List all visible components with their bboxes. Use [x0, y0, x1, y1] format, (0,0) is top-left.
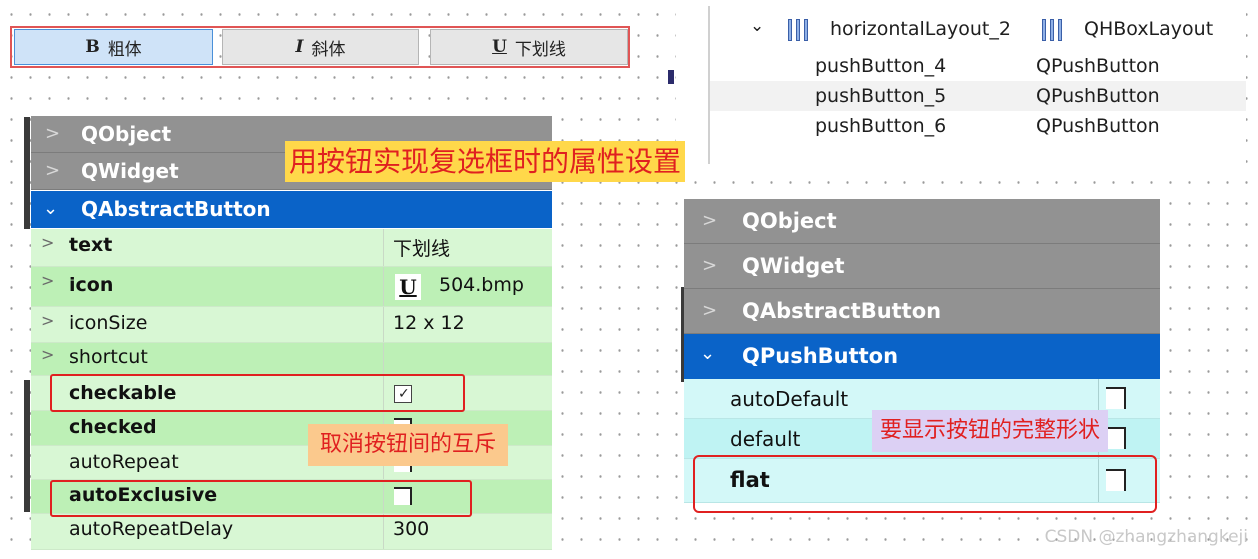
tree-row-pushbutton6[interactable]: pushButton_6 QPushButton — [710, 111, 1246, 141]
section-qobject[interactable]: > QObject — [684, 199, 1160, 244]
property-value[interactable]: 下划线 — [393, 234, 450, 261]
underline-button[interactable]: U 下划线 — [430, 29, 628, 65]
chevron-right-icon: > — [41, 311, 55, 330]
object-name: pushButton_6 — [815, 115, 947, 137]
chevron-down-icon: ⌄ — [43, 198, 59, 219]
italic-icon: I — [295, 37, 304, 57]
italic-button[interactable]: I 斜体 — [222, 29, 419, 65]
underline-icon: U — [492, 37, 507, 57]
section-qabstractbutton[interactable]: ⌄ QAbstractButton — [31, 191, 552, 228]
splitter-handle — [668, 70, 674, 84]
tree-row-pushbutton5[interactable]: pushButton_5 QPushButton — [710, 81, 1246, 111]
chevron-down-icon: ⌄ — [700, 343, 716, 364]
layout-name: horizontalLayout_2 — [830, 18, 1011, 40]
tree-row-pushbutton4[interactable]: pushButton_4 QPushButton — [710, 51, 1246, 81]
italic-label: 斜体 — [311, 39, 346, 60]
watermark: CSDN @zhangzhangkeji — [1044, 527, 1248, 547]
property-value[interactable]: 504.bmp — [439, 274, 524, 296]
property-row-icon[interactable]: > icon U 504.bmp — [31, 267, 552, 307]
default-checkbox[interactable] — [1106, 427, 1126, 449]
property-row-shortcut[interactable]: > shortcut — [31, 343, 552, 376]
exclusive-note: 取消按钮间的互斥 — [308, 424, 509, 466]
object-class: QPushButton — [1036, 85, 1160, 107]
bold-label: 粗体 — [107, 39, 142, 60]
chevron-right-icon: > — [41, 233, 55, 252]
flat-highlight — [693, 455, 1157, 513]
property-row-autorepeatdelay[interactable]: autoRepeatDelay 300 — [31, 514, 552, 550]
chevron-right-icon: > — [45, 160, 61, 181]
flat-note: 要显示按钮的完整形状 — [872, 410, 1109, 452]
chevron-right-icon: > — [702, 300, 718, 321]
class-layout-icon — [1042, 19, 1068, 41]
autodefault-checkbox[interactable] — [1106, 387, 1126, 409]
chevron-right-icon: > — [41, 271, 55, 290]
property-value[interactable]: 300 — [393, 518, 429, 540]
chevron-right-icon: > — [702, 255, 718, 276]
property-row-iconsize[interactable]: > iconSize 12 x 12 — [31, 307, 552, 343]
object-name: pushButton_5 — [815, 85, 947, 107]
chevron-right-icon: > — [41, 345, 55, 364]
section-qabstractbutton[interactable]: > QAbstractButton — [684, 289, 1160, 334]
section-qpushbutton[interactable]: ⌄ QPushButton — [684, 334, 1160, 379]
checkable-highlight — [50, 374, 465, 412]
bold-button[interactable]: B 粗体 — [14, 29, 213, 65]
autoexclusive-highlight — [50, 480, 472, 517]
underline-label: 下划线 — [514, 39, 566, 60]
chevron-down-icon[interactable]: ⌄ — [750, 16, 764, 36]
bold-icon: B — [85, 37, 100, 57]
editor-edge — [24, 380, 30, 512]
chevron-right-icon: > — [45, 123, 61, 144]
object-class: QPushButton — [1036, 55, 1160, 77]
section-qwidget[interactable]: > QWidget — [684, 244, 1160, 289]
tree-row-layout[interactable]: ⌄ horizontalLayout_2 QHBoxLayout — [710, 14, 1246, 44]
layout-class: QHBoxLayout — [1084, 18, 1214, 40]
underline-icon: U — [395, 274, 421, 300]
property-value[interactable]: 12 x 12 — [393, 312, 465, 334]
object-class: QPushButton — [1036, 115, 1160, 137]
checkbox-setup-note: 用按钮实现复选框时的属性设置 — [285, 141, 686, 182]
object-name: pushButton_4 — [815, 55, 947, 77]
editor-edge — [24, 117, 30, 229]
chevron-right-icon: > — [702, 210, 718, 231]
property-row-text[interactable]: > text 下划线 — [31, 229, 552, 267]
layout-icon — [788, 19, 814, 41]
